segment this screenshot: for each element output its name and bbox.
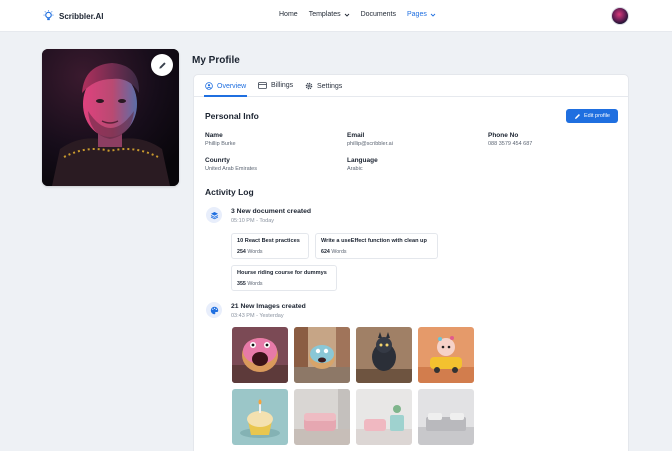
- activity-docs-badge: [206, 207, 222, 223]
- brand-name: Scribbler.AI: [59, 11, 104, 21]
- document-word-count: 254 Words: [237, 249, 263, 255]
- country-value: United Arab Emirates: [205, 166, 257, 172]
- tab-billings[interactable]: Billings: [258, 82, 293, 89]
- activity-title: 3 New document created: [231, 208, 312, 215]
- tab-settings-label: Settings: [317, 82, 343, 90]
- nav-home[interactable]: Home: [279, 11, 298, 18]
- layers-icon: [210, 211, 218, 219]
- document-word-count: 624 Words: [321, 249, 347, 255]
- country-label: Counrty: [205, 157, 230, 164]
- nav-pages[interactable]: Pages: [407, 11, 436, 18]
- generated-image-thumbnail[interactable]: [232, 389, 288, 445]
- page-title: My Profile: [192, 55, 240, 66]
- chevron-down-icon: [430, 13, 436, 17]
- nav-templates[interactable]: Templates: [309, 11, 350, 18]
- active-tab-indicator: [204, 95, 247, 97]
- nav-documents-label: Documents: [360, 11, 396, 18]
- pink-sofa-room-image: [294, 389, 350, 445]
- generated-image-thumbnail[interactable]: [418, 327, 474, 383]
- edit-profile-label: Edit profile: [584, 113, 610, 119]
- email-label: Email: [347, 132, 365, 139]
- generated-image-thumbnail[interactable]: [294, 327, 350, 383]
- activity-title: 21 New Images created: [231, 303, 306, 310]
- cupcake-image: [232, 389, 288, 445]
- activity-time: 03:43 PM - Yesterday: [231, 313, 284, 319]
- activity-images-badge: [206, 302, 222, 318]
- document-title: Write a useEffect function with clean up: [321, 238, 427, 244]
- top-navbar: Scribbler.AI Home Templates Documents Pa…: [0, 0, 672, 32]
- activity-log-heading: Activity Log: [205, 187, 254, 197]
- tab-overview[interactable]: Overview: [205, 82, 246, 90]
- phone-label: Phone No: [488, 132, 519, 139]
- gear-icon: [305, 82, 313, 90]
- document-card[interactable]: Hourse riding course for dummys 355 Word…: [231, 265, 337, 291]
- palette-icon: [210, 306, 218, 314]
- nav-home-label: Home: [279, 11, 298, 18]
- generated-image-thumbnail[interactable]: [232, 327, 288, 383]
- name-value: Phillip Burke: [205, 141, 236, 147]
- document-card[interactable]: 10 React Best practices 254 Words: [231, 233, 309, 259]
- pastel-room-image: [356, 389, 412, 445]
- tab-overview-label: Overview: [217, 82, 247, 90]
- tab-billings-label: Billings: [271, 82, 294, 89]
- lightbulb-icon: [43, 10, 54, 21]
- document-card[interactable]: Write a useEffect function with clean up…: [315, 233, 438, 259]
- nav-pages-label: Pages: [407, 11, 427, 18]
- brand-logo[interactable]: Scribbler.AI: [43, 10, 103, 22]
- generated-image-thumbnail[interactable]: [356, 327, 412, 383]
- name-label: Name: [205, 132, 223, 139]
- donut-street-image: [294, 327, 350, 383]
- edit-photo-button[interactable]: [151, 54, 173, 76]
- document-word-count: 355 Words: [237, 281, 263, 287]
- profile-card: Overview Billings Settings Personal Info…: [193, 74, 629, 451]
- pencil-icon: [575, 113, 580, 119]
- bedroom-image: [418, 389, 474, 445]
- user-avatar[interactable]: [611, 7, 629, 25]
- icecream-car-image: [418, 327, 474, 383]
- language-value: Arabic: [347, 166, 363, 172]
- generated-image-thumbnail[interactable]: [418, 389, 474, 445]
- document-title: 10 React Best practices: [237, 238, 300, 244]
- personal-info-heading: Personal Info: [205, 111, 259, 121]
- nav-documents[interactable]: Documents: [361, 11, 396, 18]
- generated-image-thumbnail[interactable]: [356, 389, 412, 445]
- main-nav: Home Templates Documents Pages: [279, 11, 447, 18]
- edit-profile-button[interactable]: Edit profile: [566, 109, 618, 123]
- profile-tabs: Overview Billings Settings: [194, 75, 628, 97]
- tab-settings[interactable]: Settings: [305, 82, 342, 90]
- chevron-down-icon: [344, 13, 349, 17]
- phone-value: 088 3579 454 687: [488, 141, 533, 147]
- credit-card-icon: [258, 82, 267, 89]
- generated-image-thumbnail[interactable]: [294, 389, 350, 445]
- nav-templates-label: Templates: [308, 11, 341, 18]
- language-label: Language: [347, 157, 378, 164]
- donut-monster-image: [232, 327, 288, 383]
- activity-time: 05:10 PM - Today: [231, 218, 275, 224]
- dragon-figure-image: [356, 327, 412, 383]
- pencil-icon: [158, 61, 166, 69]
- user-circle-icon: [205, 82, 213, 90]
- document-title: Hourse riding course for dummys: [237, 270, 327, 276]
- email-value: phillip@scribbler.ai: [347, 141, 393, 147]
